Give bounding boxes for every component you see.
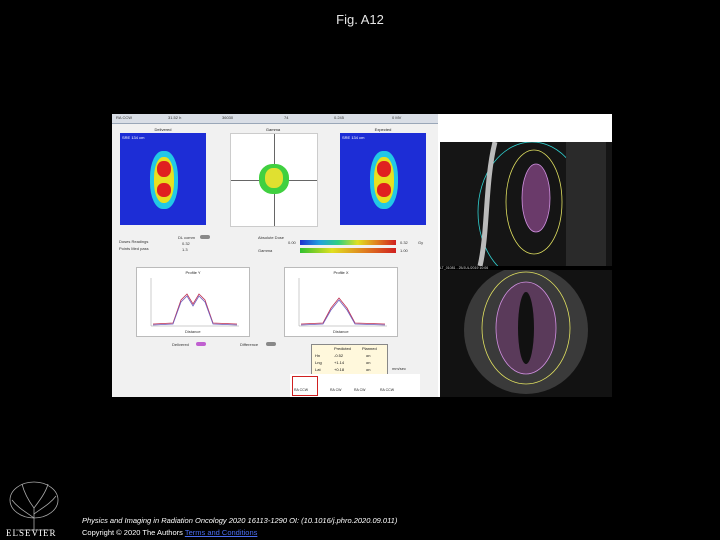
figure-title: Fig. A12 (336, 12, 384, 27)
dose-readings-label: Doses Readings (119, 239, 149, 244)
dose-verification-panel: RA CCW 31.52 h 36030 74 0.245 0 MV Deliv… (112, 114, 438, 397)
ct-image-panel: LT_01081 - 25/JUL/2019 10:06 (440, 142, 612, 397)
selected-field-box[interactable] (292, 376, 318, 396)
expected-label: Expected (374, 127, 392, 132)
profile-x-xlabel: Distance (333, 329, 349, 334)
field-label[interactable]: RA CW (330, 388, 341, 392)
shift-row-label: Lng (315, 360, 322, 365)
terms-link[interactable]: Terms and Conditions (185, 528, 258, 537)
figure-caption: Physics and Imaging in Radiation Oncolog… (82, 515, 397, 539)
field-label[interactable]: RA CW (354, 388, 365, 392)
toolbar-field: 36030 (222, 115, 234, 120)
shift-row-plan: on (366, 353, 371, 358)
sagittal-ct-view (440, 142, 612, 266)
figure-panel: RA CCW 31.52 h 36030 74 0.245 0 MV Deliv… (112, 114, 612, 397)
shift-row-pred: +1.14 (334, 360, 345, 365)
dose-unit: Gy (418, 240, 424, 245)
shift-row-label: Hn (315, 353, 321, 358)
couch-shift-table: Predicted Planned Hn -0.52 on Lng +1.14 … (311, 344, 388, 378)
field-label[interactable]: RA CCW (380, 388, 394, 392)
toolbar-field: 31.52 h (168, 115, 182, 120)
dl-comm-toggle[interactable] (200, 235, 210, 239)
expected-map-value: SRE 134 cm (342, 135, 365, 140)
shift-row-plan: on (366, 360, 371, 365)
beam-fields: RA CCW RA CW RA CW RA CCW (290, 374, 420, 397)
publisher-wordmark: ELSEVIER (6, 528, 57, 538)
difference-mode-toggle[interactable] (266, 342, 276, 346)
toolbar-field: 0.245 (334, 115, 345, 120)
points-label: Points Med pass (119, 246, 149, 251)
toolbar-field: 74 (284, 115, 289, 120)
gamma-label: Gamma (265, 127, 281, 132)
dose-min-value: 0.00 (288, 240, 296, 245)
delivered-dose-map: SRE 134 cm (120, 133, 206, 225)
gamma-scale-label: Gamma (258, 248, 273, 253)
delivered-label: Delivered (154, 127, 172, 132)
citation-text: Physics and Imaging in Radiation Oncolog… (82, 516, 398, 525)
speed-unit-label: mm/sec (392, 366, 406, 371)
dose-max-value: 0.32 (400, 240, 408, 245)
delivered-mode-toggle[interactable] (196, 342, 206, 346)
gamma-map (230, 133, 318, 227)
plan-toolbar: RA CCW 31.52 h 36030 74 0.245 0 MV (112, 114, 438, 124)
profile-x-plot: Profile X Distance (284, 267, 398, 337)
profile-y-plot: Profile Y Distance (136, 267, 250, 337)
dose-readings-value: 0.32 (182, 241, 190, 246)
dose-colorbar (300, 240, 396, 245)
gamma-max-value: 1.00 (400, 248, 408, 253)
toolbar-field: RA CCW (116, 115, 132, 120)
predicted-header: Predicted (334, 346, 351, 351)
shift-row-pred: +0.18 (334, 367, 345, 372)
absolute-dose-label: Absolute Dose (258, 235, 285, 240)
difference-mode-label: Difference (240, 342, 259, 347)
profile-y-xlabel: Distance (185, 329, 201, 334)
gamma-colorbar (300, 248, 396, 253)
copyright-line: Copyright © 2020 The Authors Terms and C… (82, 527, 397, 539)
shift-row-pred: -0.52 (334, 353, 344, 358)
coronal-ct-view (440, 270, 612, 397)
dl-comm-label: DL comm (178, 235, 195, 240)
shift-row-plan: on (366, 367, 371, 372)
points-value: 1.3 (182, 247, 188, 252)
field-label[interactable]: RA CCW (294, 388, 308, 392)
shift-row-label: Lat (315, 367, 321, 372)
delivered-map-value: SRE 134 cm (122, 135, 145, 140)
delivered-mode-label: Delivered (172, 342, 189, 347)
expected-dose-map: SRE 134 cm (340, 133, 426, 225)
planned-header: Planned (362, 346, 377, 351)
copyright-text: Copyright © 2020 The Authors (82, 528, 183, 537)
toolbar-field: 0 MV (392, 115, 402, 120)
